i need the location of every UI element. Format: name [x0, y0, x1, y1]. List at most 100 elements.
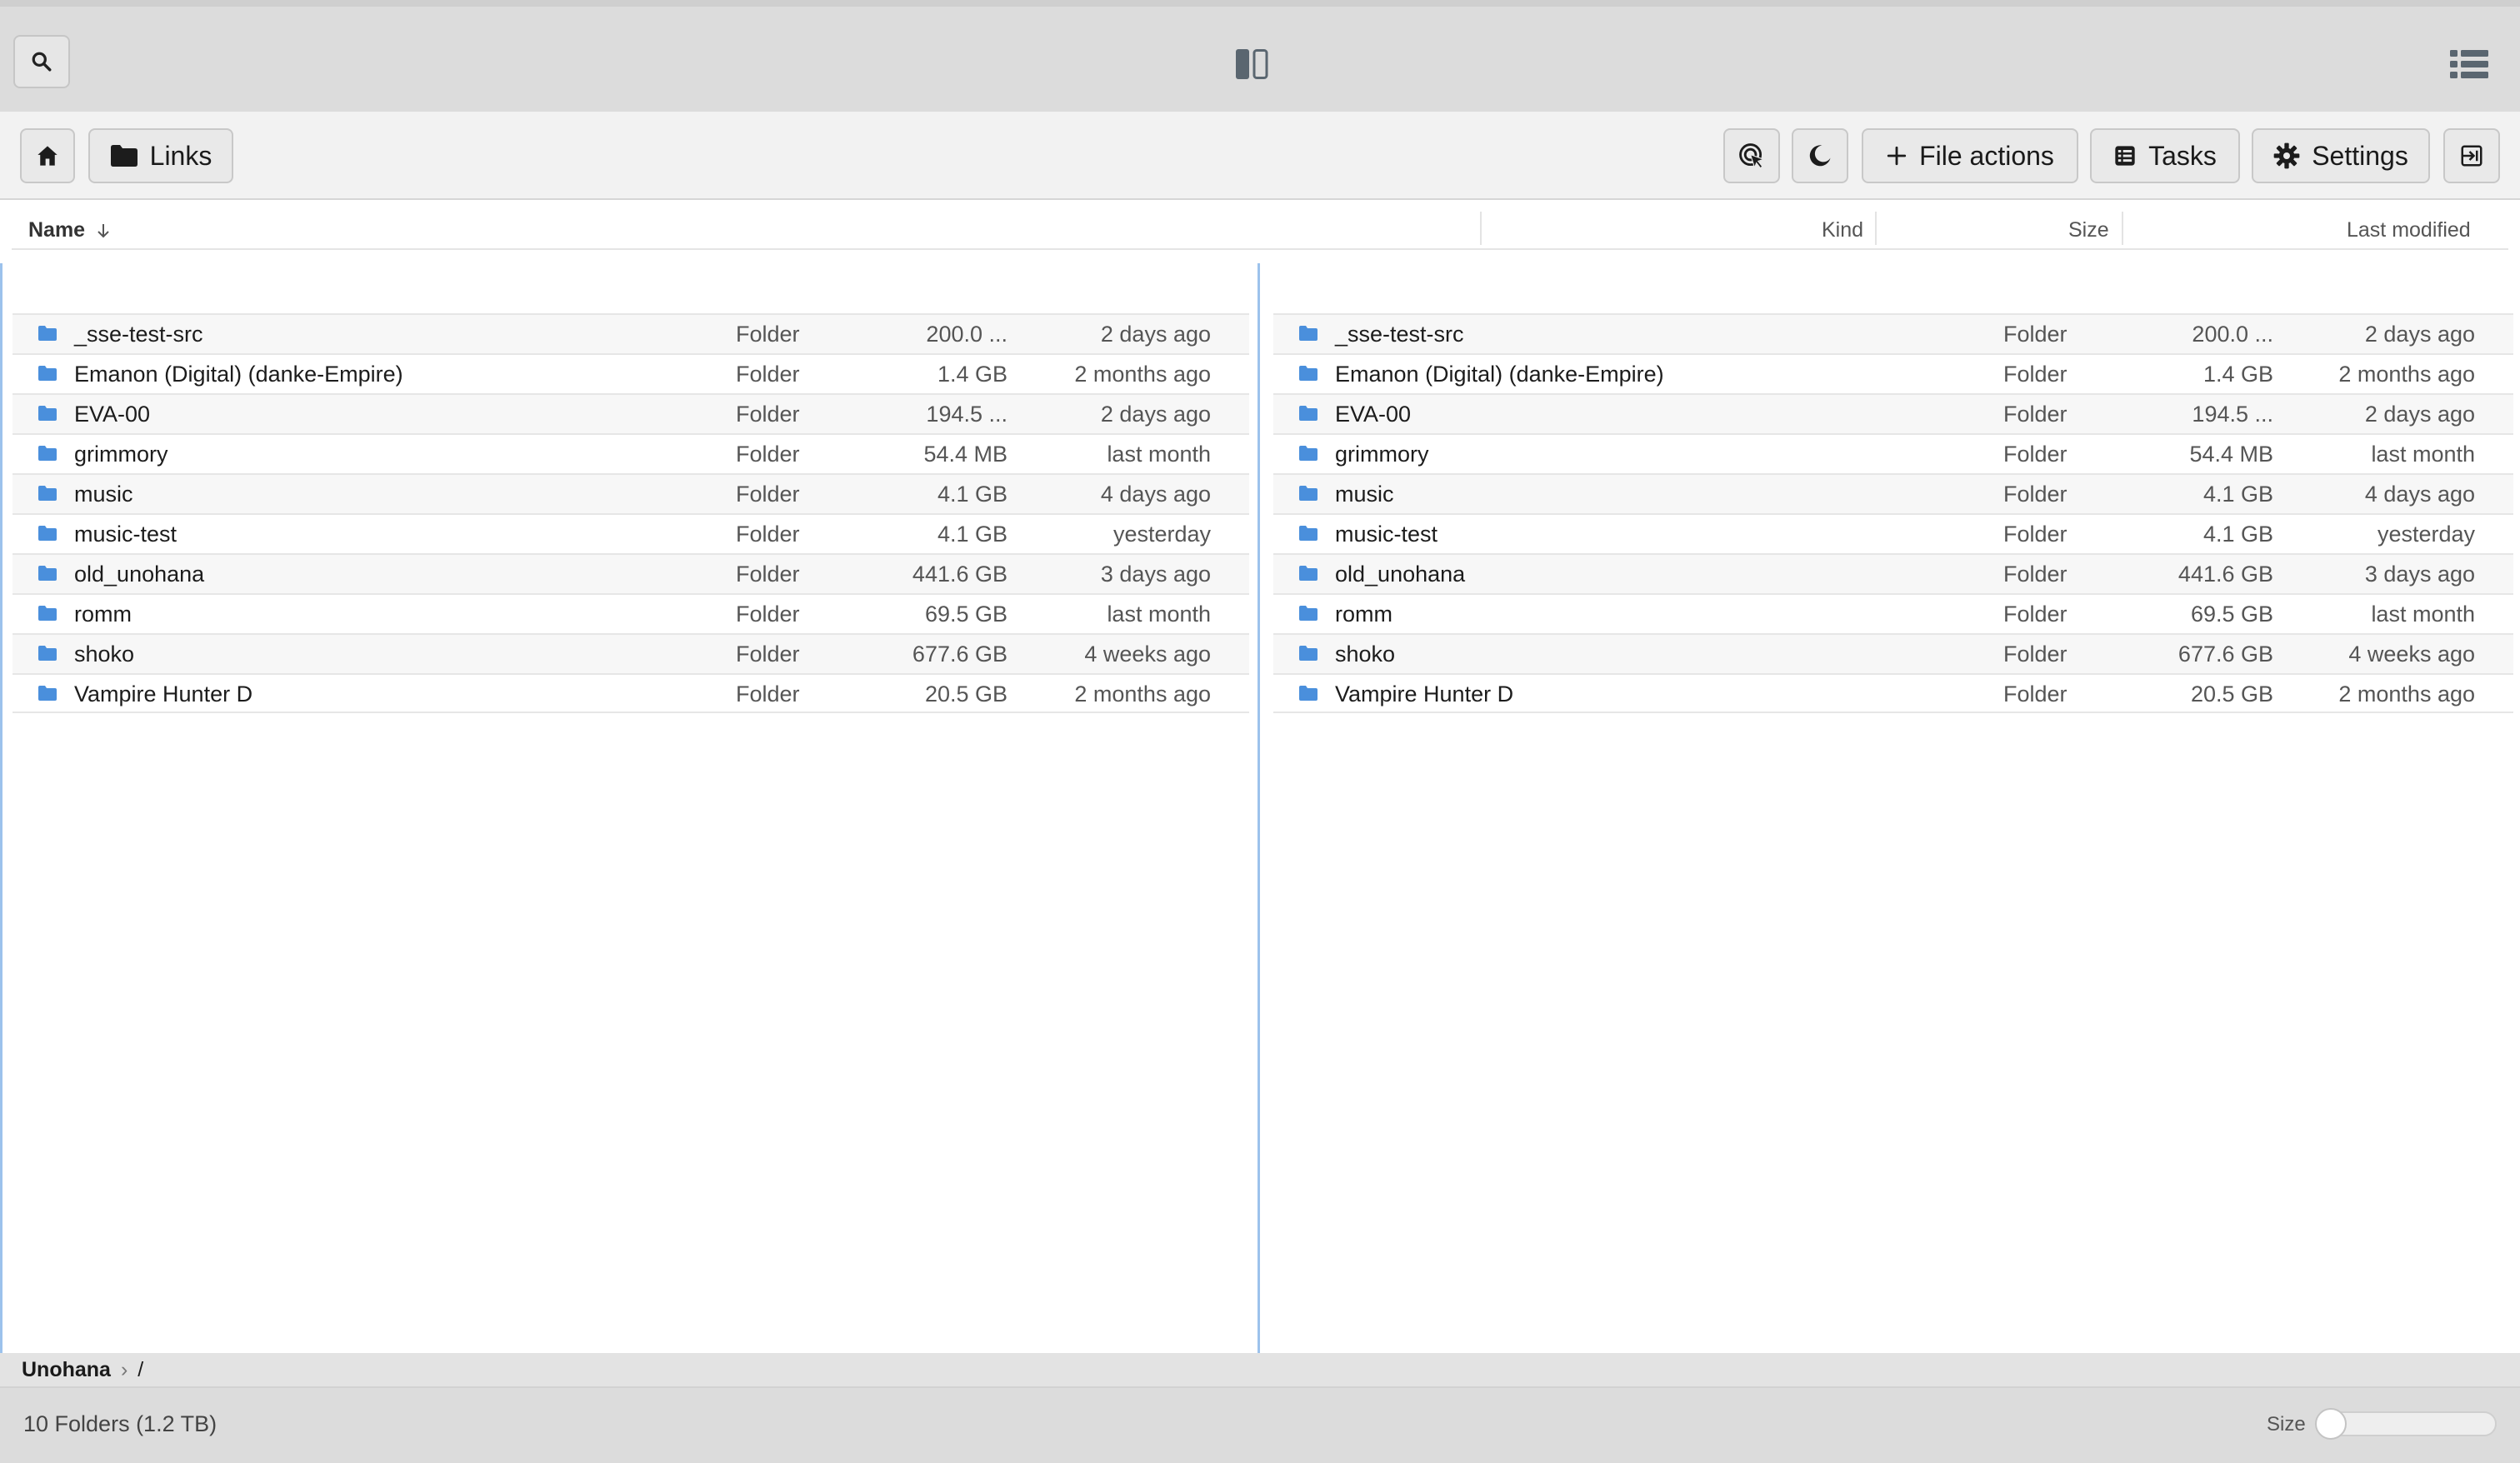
- folder-icon: [1299, 406, 1318, 421]
- folder-icon: [38, 446, 57, 461]
- list-view-icon[interactable]: [2450, 48, 2488, 80]
- settings-button[interactable]: Settings: [2252, 128, 2430, 183]
- file-modified: yesterday: [2377, 522, 2475, 547]
- file-kind: Folder: [2003, 442, 2068, 467]
- file-modified: 2 months ago: [2338, 362, 2475, 387]
- cursor-click-icon: [1739, 143, 1765, 169]
- tasks-button[interactable]: Tasks: [2090, 128, 2240, 183]
- file-name: EVA-00: [1335, 402, 1412, 427]
- split-view-icon[interactable]: [1235, 48, 1268, 80]
- file-row[interactable]: Vampire Hunter D Folder 20.5 GB 2 months ag…: [1273, 673, 2513, 713]
- file-kind: Folder: [2003, 362, 2068, 387]
- file-modified: 2 days ago: [1100, 322, 1211, 347]
- file-row[interactable]: Vampire Hunter D Folder 20.5 GB 2 months ag…: [12, 673, 1249, 713]
- column-separator[interactable]: [2122, 212, 2123, 245]
- folder-icon: [1299, 566, 1318, 581]
- file-row[interactable]: music Folder 4.1 GB 4 days ago: [1273, 473, 2513, 513]
- file-kind: Folder: [2003, 402, 2068, 427]
- file-row[interactable]: grimmory Folder 54.4 MB last month: [12, 433, 1249, 473]
- file-size: 54.4 MB: [923, 442, 1008, 467]
- file-row[interactable]: EVA-00 Folder 194.5 ... 2 days ago: [1273, 393, 2513, 433]
- file-modified: 2 months ago: [2338, 682, 2475, 707]
- file-kind: Folder: [736, 322, 800, 347]
- settings-label: Settings: [2312, 140, 2408, 171]
- folder-icon: [1299, 366, 1318, 381]
- folder-icon: [38, 646, 57, 661]
- file-size: 4.1 GB: [937, 522, 1008, 547]
- folder-icon: [1299, 326, 1318, 341]
- folder-icon: [1299, 686, 1318, 701]
- file-kind: Folder: [736, 642, 800, 667]
- status-bar: 10 Folders (1.2 TB) Size: [0, 1388, 2520, 1463]
- file-row[interactable]: music-test Folder 4.1 GB yesterday: [12, 513, 1249, 553]
- folder-icon: [38, 326, 57, 341]
- file-row[interactable]: _sse-test-src Folder 200.0 ... 2 days ago: [12, 313, 1249, 353]
- file-kind: Folder: [2003, 482, 2068, 507]
- folder-count-summary: 10 Folders (1.2 TB): [23, 1411, 218, 1436]
- toolbar: Links File actions Tasks Settings: [0, 112, 2520, 200]
- file-row[interactable]: old_unohana Folder 441.6 GB 3 days ago: [1273, 553, 2513, 593]
- file-row[interactable]: shoko Folder 677.6 GB 4 weeks ago: [12, 633, 1249, 673]
- file-modified: 2 months ago: [1074, 682, 1211, 707]
- breadcrumb-root[interactable]: Unohana: [22, 1358, 111, 1382]
- file-row[interactable]: romm Folder 69.5 GB last month: [12, 593, 1249, 633]
- file-actions-button[interactable]: File actions: [1862, 128, 2078, 183]
- search-icon: [32, 52, 52, 72]
- column-modified-header[interactable]: Last modified: [2347, 218, 2471, 242]
- file-size: 54.4 MB: [2189, 442, 2273, 467]
- file-name: music: [1335, 482, 1394, 507]
- theme-toggle-button[interactable]: [1792, 128, 1848, 183]
- plus-icon: [1887, 146, 1907, 166]
- file-row[interactable]: music-test Folder 4.1 GB yesterday: [1273, 513, 2513, 553]
- file-list-left: _sse-test-src Folder 200.0 ... 2 days ago Em…: [12, 313, 1249, 713]
- folder-icon: [1299, 446, 1318, 461]
- file-row[interactable]: Emanon (Digital) (danke-Empire) Folder 1.4…: [1273, 353, 2513, 393]
- folder-icon: [38, 686, 57, 701]
- file-size: 1.4 GB: [937, 362, 1008, 387]
- file-size: 677.6 GB: [2178, 642, 2273, 667]
- links-label: Links: [149, 140, 212, 171]
- file-size: 194.5 ...: [2192, 402, 2273, 427]
- file-row[interactable]: EVA-00 Folder 194.5 ... 2 days ago: [12, 393, 1249, 433]
- file-size: 69.5 GB: [924, 602, 1008, 627]
- search-button[interactable]: [13, 35, 70, 88]
- column-size-header[interactable]: Size: [2068, 218, 2109, 242]
- column-name-header[interactable]: Name: [28, 218, 111, 242]
- file-name: grimmory: [1335, 442, 1429, 467]
- file-kind: Folder: [2003, 522, 2068, 547]
- file-kind: Folder: [2003, 682, 2068, 707]
- column-kind-header[interactable]: Kind: [1822, 218, 1863, 242]
- column-separator[interactable]: [1480, 212, 1482, 245]
- breadcrumb-path[interactable]: /: [138, 1358, 143, 1382]
- size-slider-label: Size: [2267, 1413, 2306, 1436]
- file-row[interactable]: romm Folder 69.5 GB last month: [1273, 593, 2513, 633]
- file-name: shoko: [1335, 642, 1396, 667]
- folder-icon: [1299, 526, 1318, 541]
- column-separator[interactable]: [1875, 212, 1877, 245]
- breadcrumb-chevron-icon: ›: [120, 1357, 128, 1381]
- file-modified: yesterday: [1112, 522, 1211, 547]
- file-name: Vampire Hunter D: [1335, 682, 1514, 707]
- file-size: 200.0 ...: [926, 322, 1008, 347]
- select-mode-button[interactable]: [1723, 128, 1780, 183]
- file-row[interactable]: shoko Folder 677.6 GB 4 weeks ago: [1273, 633, 2513, 673]
- home-icon: [38, 146, 58, 166]
- size-slider-thumb[interactable]: [2315, 1408, 2347, 1440]
- folder-icon: [38, 566, 57, 581]
- file-row[interactable]: Emanon (Digital) (danke-Empire) Folder 1.4…: [12, 353, 1249, 393]
- file-row[interactable]: music Folder 4.1 GB 4 days ago: [12, 473, 1249, 513]
- file-row[interactable]: old_unohana Folder 441.6 GB 3 days ago: [12, 553, 1249, 593]
- folder-icon: [1299, 646, 1318, 661]
- file-name: old_unohana: [74, 562, 205, 587]
- right-pane[interactable]: _sse-test-src Folder 200.0 ... 2 days ago Em…: [1260, 263, 2520, 1353]
- logout-button[interactable]: [2443, 128, 2500, 183]
- home-button[interactable]: [20, 128, 75, 183]
- file-size: 677.6 GB: [912, 642, 1008, 667]
- file-size: 20.5 GB: [924, 682, 1008, 707]
- links-button[interactable]: Links: [88, 128, 233, 183]
- file-row[interactable]: _sse-test-src Folder 200.0 ... 2 days ago: [1273, 313, 2513, 353]
- left-pane[interactable]: _sse-test-src Folder 200.0 ... 2 days ago Em…: [0, 263, 1260, 1353]
- file-modified: 2 days ago: [1100, 402, 1211, 427]
- file-row[interactable]: grimmory Folder 54.4 MB last month: [1273, 433, 2513, 473]
- file-size: 69.5 GB: [2190, 602, 2273, 627]
